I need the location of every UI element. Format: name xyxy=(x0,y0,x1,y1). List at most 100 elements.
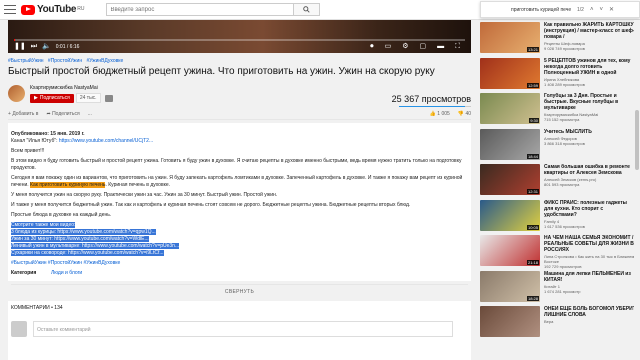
related-video-item[interactable]: 13:21 Как правильно ЖАРИТЬ КАРТОШКУ (инст… xyxy=(480,22,640,55)
related-video-views: 1 674 281 просмотр xyxy=(544,288,581,294)
next-icon[interactable]: ⏭ xyxy=(31,42,37,51)
sentiment-bar-fill xyxy=(399,106,466,107)
related-video-info: 5 РЕЦЕПТОВ ужинов для тех, кому некогда … xyxy=(544,58,636,91)
add-to-button[interactable]: + Добавить в xyxy=(8,111,38,117)
video-player[interactable]: ❚❚ ⏭ 🔈 0:01 / 6:16 ⏺ ▭ ⚙ ▢ ▬ ⛶ xyxy=(8,20,471,53)
find-input[interactable]: приготовить курицей печень xyxy=(511,7,571,13)
video-thumbnail[interactable]: 9:30 xyxy=(480,93,540,124)
share-button[interactable]: ➦ Поделиться xyxy=(46,111,79,117)
description-panel: Опубликовано: 15 янв. 2019 г. Канал "Иль… xyxy=(8,123,471,295)
video-thumbnail[interactable]: 13:21 xyxy=(480,22,540,53)
video-actions: + Добавить в ➦ Поделиться ... 👍 1 005 👎 … xyxy=(8,108,471,120)
hashtag-link[interactable]: #ПростойУжин xyxy=(48,58,82,64)
play-logo-icon xyxy=(21,4,35,15)
selected-link[interactable]: 3 блюда из курицы: https://www.youtube.c… xyxy=(11,229,156,235)
related-video-title[interactable]: Машина для лепки ПЕЛЬМЕНЕЙ из КИТАЯ! xyxy=(544,271,636,283)
comment-input[interactable]: Оставьте комментарий xyxy=(33,321,453,337)
notification-bell-icon[interactable] xyxy=(104,94,113,102)
video-thumbnail[interactable] xyxy=(480,306,540,337)
page: YouTube RU приготовить курицей печень 1/… xyxy=(0,0,640,360)
subscribe-button[interactable]: ▶ Подписаться xyxy=(30,93,74,103)
description-hashtags[interactable]: #БыстрыйУжин #ПростойУжин #УжинВДуховке xyxy=(11,260,468,267)
show-less-button[interactable]: СВЕРНУТЬ xyxy=(11,284,468,295)
related-video-channel[interactable]: Лина Стронкова • Как жить на 30 тыс в Бл… xyxy=(544,254,636,264)
primary-column: ❚❚ ⏭ 🔈 0:01 / 6:16 ⏺ ▭ ⚙ ▢ ▬ ⛶ #БыстрыйУ… xyxy=(8,20,471,295)
selected-link[interactable]: Ленивый ужин в мультиварке: https://www.… xyxy=(11,243,180,249)
related-video-views: 192 729 просмотров xyxy=(544,264,582,269)
subtitles-icon[interactable]: ▭ xyxy=(385,42,392,51)
channel-avatar[interactable] xyxy=(8,85,25,102)
related-video-title[interactable]: 5 РЕЦЕПТОВ ужинов для тех, кому некогда … xyxy=(544,58,636,76)
video-thumbnail[interactable]: 12:31 xyxy=(480,164,540,195)
video-thumbnail[interactable]: 12:59 xyxy=(480,57,540,89)
hamburger-menu-icon[interactable] xyxy=(4,4,16,16)
autoplay-toggle-icon[interactable]: ⏺ xyxy=(370,42,374,51)
like-dislike: 👍 1 005 👎 40 xyxy=(430,111,471,117)
like-button[interactable]: 👍 1 005 xyxy=(430,111,450,117)
related-video-views: 1 617 536 просмотров xyxy=(544,223,585,229)
description: Опубликовано: 15 янв. 2019 г. Канал "Иль… xyxy=(11,131,468,267)
selected-link[interactable]: Ужин за 30 минут: https://www.youtube.co… xyxy=(11,236,149,242)
channel-name[interactable]: Кхартирумискибка NastyaMai xyxy=(30,85,113,91)
related-video-item[interactable]: 12:59 5 РЕЦЕПТОВ ужинов для тех, кому нек… xyxy=(480,57,640,91)
progress-bar[interactable] xyxy=(14,39,465,41)
related-video-title[interactable]: ОНЕЙ ЕЩЕ БОЛЬ БОГОМОЛ УБЕРИТ ЛИШНИЕ СЛОВ… xyxy=(544,306,636,318)
hashtag-link[interactable]: #УжинВДуховке xyxy=(86,58,123,64)
settings-gear-icon[interactable]: ⚙ xyxy=(402,42,408,51)
related-video-info: Самая большая ошибка в ремонте квартиры … xyxy=(544,164,636,197)
more-actions-button[interactable]: ... xyxy=(88,111,92,117)
thumb-up-icon: 👍 xyxy=(429,110,436,117)
search-button[interactable] xyxy=(294,3,321,16)
related-video-title[interactable]: НА ЧЁМ НАША СЕМЬЯ ЭКОНОМИТ / РЕАЛЬНЫЕ СО… xyxy=(544,235,636,253)
video-thumbnail[interactable]: 21:18 xyxy=(480,235,540,266)
related-video-title[interactable]: Как правильно ЖАРИТЬ КАРТОШКУ (инструкци… xyxy=(544,22,636,40)
fullscreen-icon[interactable]: ⛶ xyxy=(455,42,460,51)
owner-info: Кхартирумискибка NastyaMai ▶ Подписаться… xyxy=(30,84,113,107)
category-row: Категория Люди и блоги xyxy=(11,270,468,276)
page-scrollbar[interactable] xyxy=(634,20,640,360)
scrollbar-thumb[interactable] xyxy=(635,110,639,170)
pause-icon[interactable]: ❚❚ xyxy=(14,42,26,51)
video-thumbnail[interactable]: 10:05 xyxy=(480,199,540,231)
category-key: Категория xyxy=(11,270,37,276)
related-video-item[interactable]: 12:31 Самая большая ошибка в ремонте квар… xyxy=(480,164,640,197)
add-to-label: Добавить в xyxy=(12,110,39,117)
related-video-item[interactable]: ОНЕЙ ЕЩЕ БОЛЬ БОГОМОЛ УБЕРИТ ЛИШНИЕ СЛОВ… xyxy=(480,306,640,339)
find-prev-icon[interactable]: ˄ xyxy=(590,7,594,13)
related-video-item[interactable]: 18:44 Учитесь МЫСЛИТЬ Алексей Федоров 3 866… xyxy=(480,128,640,162)
hashtag-link[interactable]: #БыстрыйУжин xyxy=(8,58,44,64)
volume-icon[interactable]: 🔈 xyxy=(42,42,51,51)
video-thumbnail[interactable]: 18:44 xyxy=(480,128,540,160)
comments-section: КОММЕНТАРИИ • 134 Оставьте комментарий xyxy=(8,301,471,360)
related-video-title[interactable]: ФИКС ПРАЙС: полезные гаджеты для кухни. … xyxy=(544,200,636,218)
find-next-icon[interactable]: ˅ xyxy=(599,7,603,13)
related-video-title[interactable]: Самая большая ошибка в ремонте квартиры … xyxy=(544,164,636,176)
related-video-channel[interactable]: Вера xyxy=(544,319,636,324)
find-highlight: Как приготовить куриную печень xyxy=(30,182,106,188)
related-video-info: Машина для лепки ПЕЛЬМЕНЕЙ из КИТАЯ! Кита… xyxy=(544,271,636,304)
related-video-info: ФИКС ПРАЙС: полезные гаджеты для кухни. … xyxy=(544,200,636,233)
search-input[interactable] xyxy=(106,3,295,16)
related-video-item[interactable]: 9:30 Голубцы за 3 Дня. Простые и быстрые.… xyxy=(480,93,640,126)
miniplayer-icon[interactable]: ▢ xyxy=(419,42,426,51)
theater-mode-icon[interactable]: ▬ xyxy=(437,42,444,51)
video-thumbnail[interactable]: 18:28 xyxy=(480,270,540,302)
youtube-logo[interactable]: YouTube RU xyxy=(21,4,84,15)
related-video-item[interactable]: 10:05 ФИКС ПРАЙС: полезные гаджеты для ку… xyxy=(480,199,640,233)
related-video-views: 801 593 просмотра xyxy=(544,182,580,187)
related-video-views: 9 028 749 просмотров xyxy=(544,46,585,51)
related-video-title[interactable]: Учитесь МЫСЛИТЬ xyxy=(544,129,636,135)
related-video-item[interactable]: 21:18 НА ЧЁМ НАША СЕМЬЯ ЭКОНОМИТ / РЕАЛЬН… xyxy=(480,235,640,269)
selected-text: Смотрите также мои видео: xyxy=(11,222,76,228)
category-value[interactable]: Люди и блоги xyxy=(51,270,82,276)
search-box xyxy=(106,3,321,16)
related-video-title[interactable]: Голубцы за 3 Дня. Простые и быстрые. Вку… xyxy=(544,93,636,111)
subscriber-count: 24 тыс. xyxy=(75,93,101,103)
subscribe-label: Подписаться xyxy=(39,95,70,101)
selected-link[interactable]: Сухарики на сковороде: https://www.youtu… xyxy=(11,250,164,256)
dislike-button[interactable]: 👎 40 xyxy=(458,111,471,117)
find-close-icon[interactable]: ✕ xyxy=(609,6,614,13)
player-controls: ❚❚ ⏭ 🔈 0:01 / 6:16 ⏺ ▭ ⚙ ▢ ▬ ⛶ xyxy=(14,42,465,51)
channel-link[interactable]: https://www.youtube.com/channel/UCjT2... xyxy=(59,138,153,144)
related-video-item[interactable]: 18:28 Машина для лепки ПЕЛЬМЕНЕЙ из КИТАЯ… xyxy=(480,270,640,304)
